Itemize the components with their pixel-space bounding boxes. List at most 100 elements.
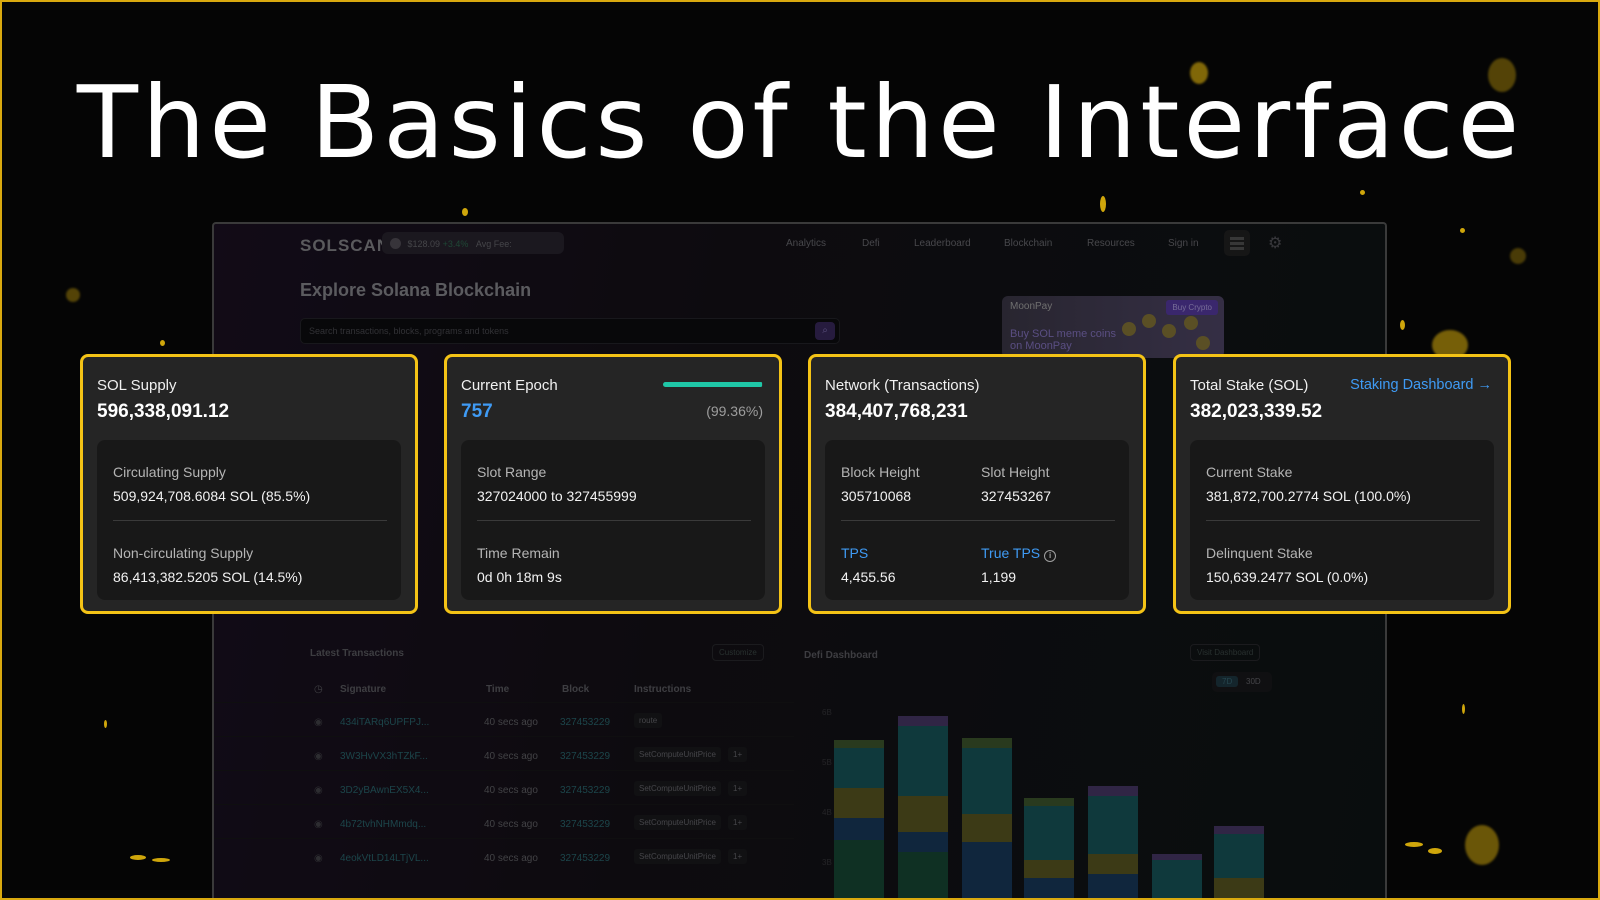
card-title: Total Stake (SOL) [1190, 377, 1309, 394]
nav-sign-in[interactable]: Sign in [1168, 238, 1199, 249]
nav-resources[interactable]: Resources [1087, 238, 1135, 249]
tps-label[interactable]: TPS [841, 545, 868, 561]
stake-details: Current Stake 381,872,700.2774 SOL (100.… [1190, 440, 1494, 600]
epoch-details: Slot Range 327024000 to 327455999 Time R… [461, 440, 765, 600]
search-icon[interactable]: ⌕ [815, 322, 835, 340]
tx-signature[interactable]: 434iTARq6UPFPJ... [340, 717, 429, 728]
solscan-logo[interactable]: SOLSCAN [300, 236, 390, 256]
slot-range-value: 327024000 to 327455999 [477, 488, 637, 504]
divider [1206, 520, 1480, 521]
nav-leaderboard[interactable]: Leaderboard [914, 238, 971, 249]
true-tps-label[interactable]: True TPS i [981, 545, 1057, 562]
info-icon[interactable]: i [1044, 550, 1057, 562]
current-epoch-card: Current Epoch 757 (99.36%) Slot Range 32… [444, 354, 782, 614]
card-title: Current Epoch [461, 377, 558, 394]
bar-4 [1024, 798, 1074, 900]
nav-blockchain[interactable]: Blockchain [1004, 238, 1052, 249]
bar-3 [962, 738, 1012, 900]
bar-6 [1152, 854, 1202, 900]
time-remain-label: Time Remain [477, 545, 560, 561]
coin-illustration [1122, 314, 1212, 358]
current-stake-value: 381,872,700.2774 SOL (100.0%) [1206, 488, 1411, 504]
menu-icon[interactable] [1224, 230, 1250, 256]
true-tps-value: 1,199 [981, 569, 1017, 585]
eye-icon[interactable]: ◉ [314, 785, 323, 796]
tx-signature[interactable]: 4b72tvhNHMmdq... [340, 819, 426, 830]
tx-block[interactable]: 327453229 [560, 853, 610, 864]
table-row[interactable]: ◉ 3W3HvVX3hTZkF... 40 secs ago 327453229… [214, 736, 794, 770]
nav-defi[interactable]: Defi [862, 238, 880, 249]
total-stake-card: Total Stake (SOL) Staking Dashboard → 382… [1173, 354, 1511, 614]
tx-signature[interactable]: 3D2yBAwnEX5X4... [340, 785, 429, 796]
tx-more[interactable]: 1+ [728, 781, 748, 796]
col-time: Time [486, 684, 510, 695]
slot-height-label: Slot Height [981, 464, 1050, 480]
tx-instruction: SetComputeUnitPrice [634, 815, 721, 830]
table-row[interactable]: ◉ 4b72tvhNHMmdq... 40 secs ago 327453229… [214, 804, 794, 838]
network-card: Network (Transactions) 384,407,768,231 B… [808, 354, 1146, 614]
network-tx-value: 384,407,768,231 [825, 401, 968, 422]
circulating-value: 509,924,708.6084 SOL (85.5%) [113, 488, 311, 504]
explore-title: Explore Solana Blockchain [300, 280, 532, 300]
bar-1 [834, 740, 884, 900]
arrow-right-icon: → [1477, 377, 1493, 393]
tx-more[interactable]: 1+ [728, 849, 748, 864]
gear-icon[interactable]: ⚙ [1268, 233, 1282, 253]
epoch-value[interactable]: 757 [461, 401, 493, 423]
ad-brand: MoonPay [1010, 301, 1053, 312]
range-toggle[interactable]: 7D 30D [1212, 672, 1272, 692]
tx-signature[interactable]: 4eokVtLD14LTjVL... [340, 853, 429, 864]
delinquent-stake-value: 150,639.2477 SOL (0.0%) [1206, 569, 1369, 585]
slot-height-value: 327453267 [981, 488, 1052, 504]
eye-icon[interactable]: ◉ [314, 717, 323, 728]
clock-icon: ◷ [314, 684, 323, 695]
epoch-progress-fill [663, 382, 763, 387]
tx-instruction: SetComputeUnitPrice [634, 747, 721, 762]
toggle-7d[interactable]: 7D [1216, 676, 1239, 687]
tx-block[interactable]: 327453229 [560, 717, 610, 728]
defi-stacked-bars [834, 716, 1264, 900]
search-input[interactable]: Search transactions, blocks, programs an… [300, 318, 840, 344]
tx-more[interactable]: 1+ [728, 747, 748, 762]
noncirculating-label: Non-circulating Supply [113, 545, 254, 561]
eye-icon[interactable]: ◉ [314, 853, 323, 864]
table-row[interactable]: ◉ 4eokVtLD14LTjVL... 40 secs ago 3274532… [214, 838, 794, 872]
card-title: SOL Supply [97, 377, 177, 394]
staking-dashboard-link[interactable]: Staking Dashboard → [1350, 377, 1492, 393]
headline: The Basics of the Interface [76, 64, 1524, 181]
tx-signature[interactable]: 3W3HvVX3hTZkF... [340, 751, 428, 762]
tx-block[interactable]: 327453229 [560, 751, 610, 762]
latest-tx-title: Latest Transactions [310, 648, 404, 659]
nav-analytics[interactable]: Analytics [786, 238, 826, 249]
ad-copy: Buy SOL meme coins on MoonPay [1010, 328, 1116, 352]
toggle-30d[interactable]: 30D [1246, 677, 1261, 686]
tx-time: 40 secs ago [484, 717, 538, 728]
eye-icon[interactable]: ◉ [314, 751, 323, 762]
search-placeholder: Search transactions, blocks, programs an… [309, 326, 509, 336]
divider [841, 520, 1115, 521]
circulating-label: Circulating Supply [113, 464, 226, 480]
tx-instruction: SetComputeUnitPrice [634, 781, 721, 796]
tx-time: 40 secs ago [484, 785, 538, 796]
true-tps-text[interactable]: True TPS [981, 545, 1040, 561]
table-row[interactable]: ◉ 3D2yBAwnEX5X4... 40 secs ago 327453229… [214, 770, 794, 804]
tx-more[interactable]: 1+ [728, 815, 748, 830]
tx-block[interactable]: 327453229 [560, 785, 610, 796]
moonpay-ad[interactable]: MoonPay Buy Crypto Buy SOL meme coins on… [1002, 296, 1224, 358]
delinquent-stake-label: Delinquent Stake [1206, 545, 1313, 561]
ad-buy-button[interactable]: Buy Crypto [1166, 300, 1218, 315]
sol-coin-icon [390, 238, 401, 249]
visit-dashboard-button[interactable]: Visit Dashboard [1190, 644, 1261, 661]
current-stake-label: Current Stake [1206, 464, 1293, 480]
staking-dashboard-text[interactable]: Staking Dashboard [1350, 377, 1473, 393]
table-row[interactable]: ◉ 434iTARq6UPFPJ... 40 secs ago 32745322… [214, 702, 794, 736]
block-height-value: 305710068 [841, 488, 912, 504]
bar-2 [898, 716, 948, 900]
customize-button[interactable]: Customize [712, 644, 764, 661]
defi-title: Defi Dashboard [804, 650, 878, 661]
slot-range-label: Slot Range [477, 464, 547, 480]
price-change: +3.4% [442, 239, 469, 249]
col-block: Block [562, 684, 590, 695]
eye-icon[interactable]: ◉ [314, 819, 323, 830]
tx-block[interactable]: 327453229 [560, 819, 610, 830]
